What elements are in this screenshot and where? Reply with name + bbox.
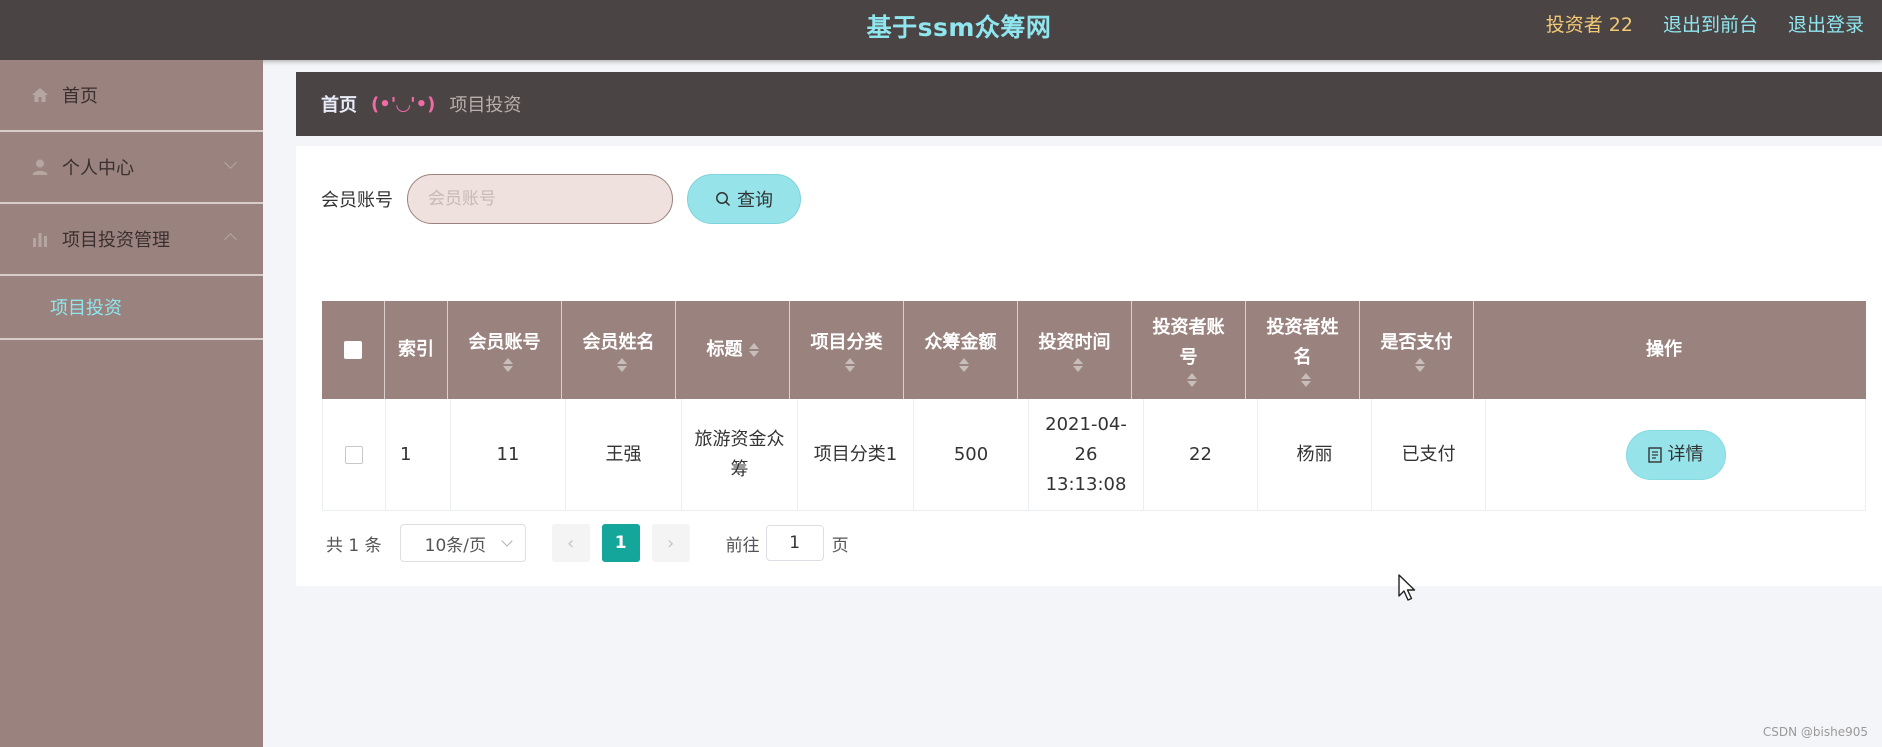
column-header-actions: 操作	[1646, 339, 1682, 360]
search-label: 会员账号	[321, 190, 393, 211]
top-right-nav: 投资者 22 退出到前台 退出登录	[1546, 10, 1864, 37]
goto-page-input[interactable]	[765, 525, 824, 561]
row-select-cell	[322, 399, 386, 510]
chevron-up-icon	[224, 233, 237, 246]
header-select-all	[322, 301, 385, 399]
sidebar-item-label: 个人中心	[62, 158, 134, 179]
breadcrumb-separator: (•'◡'•)	[371, 93, 436, 115]
document-icon	[1647, 446, 1662, 463]
mouse-cursor-icon	[1398, 574, 1416, 601]
member-account-search-input[interactable]	[407, 174, 673, 224]
row-checkbox[interactable]	[345, 445, 363, 464]
sort-icon[interactable]	[502, 358, 513, 372]
breadcrumb-home[interactable]: 首页	[321, 91, 357, 117]
search-row: 会员账号 查询	[321, 174, 801, 224]
cell-index: 1	[386, 399, 451, 510]
sidebar-subitem-label: 项目投资	[50, 298, 122, 319]
search-button[interactable]: 查询	[687, 174, 801, 224]
sort-icon[interactable]	[1414, 358, 1425, 372]
cell-paid: 已支付	[1372, 399, 1486, 510]
cell-title: 旅游资金众筹	[682, 399, 798, 510]
page-size-value: 10条/页	[424, 535, 486, 556]
sort-icon[interactable]	[616, 358, 627, 372]
table-header: 索引 会员账号 会员姓名 标题 项目分类 众筹金额 投资时间 投资者账号 投资者…	[322, 301, 1866, 399]
user-icon	[30, 157, 50, 177]
select-all-checkbox[interactable]	[344, 341, 362, 359]
breadcrumb-current: 项目投资	[449, 95, 522, 116]
cell-amount: 500	[914, 399, 1029, 510]
sort-icon[interactable]	[844, 358, 855, 372]
sort-icon[interactable]	[1186, 373, 1197, 387]
sidebar-subitem-project-investment[interactable]: 项目投资	[0, 276, 263, 340]
column-header-amount[interactable]: 众筹金额	[904, 301, 1018, 399]
cell-member-name: 王强	[566, 399, 682, 510]
pagination: 共 1 条 10条/页 ‹ 1 › 前往 页	[326, 524, 849, 562]
sidebar-item-personal-center[interactable]: 个人中心	[0, 132, 263, 204]
sort-icon[interactable]	[1300, 373, 1311, 387]
goto-label: 前往	[725, 535, 760, 556]
column-header-title[interactable]: 标题	[676, 301, 790, 399]
current-user: 投资者 22	[1545, 14, 1633, 36]
sort-icon[interactable]	[958, 358, 969, 372]
total-count: 共 1 条	[326, 535, 382, 556]
breadcrumb: 首页 (•'◡'•) 项目投资	[296, 72, 1882, 136]
cell-time: 2021-04-26 13:13:08	[1029, 399, 1144, 510]
chevron-down-icon	[224, 156, 237, 169]
chevron-right-icon: ›	[667, 532, 675, 554]
cell-member-account: 11	[451, 399, 566, 510]
investment-table: 索引 会员账号 会员姓名 标题 项目分类 众筹金额 投资时间 投资者账号 投资者…	[322, 301, 1866, 511]
back-to-front-link[interactable]: 退出到前台	[1663, 10, 1758, 37]
chart-icon	[30, 229, 50, 249]
sidebar-item-investment-management[interactable]: 项目投资管理	[0, 204, 263, 276]
cell-investor-name: 杨丽	[1258, 399, 1372, 510]
top-bar: 基于ssm众筹网 投资者 22 退出到前台 退出登录	[0, 0, 1882, 60]
watermark: CSDN @bishe905	[1762, 725, 1868, 739]
column-header-member-account[interactable]: 会员账号	[448, 301, 562, 399]
column-header-member-name[interactable]: 会员姓名	[562, 301, 676, 399]
column-header-investor-name[interactable]: 投资者姓名	[1246, 301, 1360, 399]
column-header-investor-account[interactable]: 投资者账号	[1132, 301, 1246, 399]
content-panel: 会员账号 查询 索引 会员账号 会员姓名 标题	[296, 146, 1882, 586]
cell-actions: 详情	[1486, 399, 1866, 510]
table-row: 1 11 王强 旅游资金众筹 项目分类1 500 2021-04-26 13:1…	[322, 399, 1866, 511]
column-header-index: 索引	[385, 301, 448, 399]
sidebar-item-label: 首页	[62, 86, 98, 107]
sort-icon[interactable]	[748, 343, 759, 357]
detail-button-label: 详情	[1667, 443, 1704, 465]
sidebar: 首页 个人中心 项目投资管理 项目投资	[0, 60, 263, 747]
column-header-category[interactable]: 项目分类	[790, 301, 904, 399]
chevron-left-icon: ‹	[567, 532, 575, 554]
page-number-button[interactable]: 1	[601, 524, 640, 562]
cell-category: 项目分类1	[798, 399, 914, 510]
column-header-time[interactable]: 投资时间	[1018, 301, 1132, 399]
search-button-label: 查询	[737, 190, 773, 211]
next-page-button[interactable]: ›	[651, 524, 690, 562]
prev-page-button[interactable]: ‹	[551, 524, 590, 562]
sidebar-item-home[interactable]: 首页	[0, 60, 263, 132]
cell-investor-account: 22	[1144, 399, 1258, 510]
logout-link[interactable]: 退出登录	[1788, 10, 1864, 37]
search-icon	[716, 192, 731, 207]
home-icon	[30, 85, 50, 105]
chevron-down-icon	[500, 535, 513, 547]
sidebar-item-label: 项目投资管理	[62, 230, 170, 251]
column-header-paid[interactable]: 是否支付	[1360, 301, 1474, 399]
sort-icon[interactable]	[1072, 358, 1083, 372]
page-suffix-label: 页	[831, 535, 849, 556]
detail-button[interactable]: 详情	[1625, 429, 1726, 480]
page-size-select[interactable]: 10条/页	[399, 524, 526, 562]
